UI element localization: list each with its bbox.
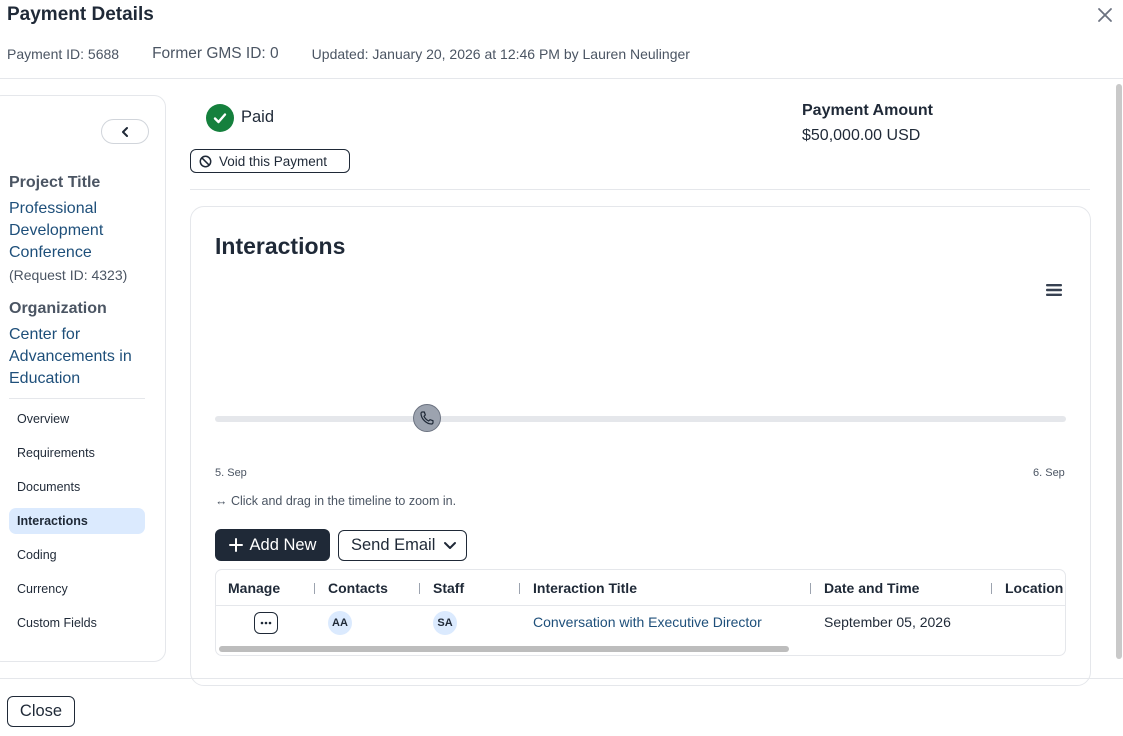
plus-icon xyxy=(228,538,243,552)
header-divider xyxy=(0,78,1123,79)
sidebar-divider xyxy=(9,398,145,399)
vertical-scrollbar[interactable] xyxy=(1116,84,1122,659)
chevron-down-icon xyxy=(444,541,457,549)
sidebar-item-custom-fields[interactable]: Custom Fields xyxy=(9,610,145,636)
phone-icon xyxy=(420,411,434,425)
table-header: Manage Contacts Staff Interaction Title … xyxy=(216,570,1065,606)
add-new-label: Add New xyxy=(249,535,317,554)
payment-amount-value: $50,000.00 USD xyxy=(802,127,921,144)
timeline-start-label: 5. Sep xyxy=(215,467,247,479)
send-email-label: Send Email xyxy=(351,536,436,554)
table-row: AA SA Conversation with Executive Direct… xyxy=(216,606,1065,642)
interactions-table: Manage Contacts Staff Interaction Title … xyxy=(215,569,1066,656)
close-button[interactable]: Close xyxy=(7,696,75,727)
sidebar-item-coding[interactable]: Coding xyxy=(9,542,145,568)
hamburger-menu-icon[interactable] xyxy=(1045,282,1063,298)
payment-amount-label: Payment Amount xyxy=(802,102,933,119)
status-label: Paid xyxy=(241,108,275,126)
timeline-track[interactable] xyxy=(215,416,1066,422)
payment-meta: Payment ID: 5688 Former GMS ID: 0 Update… xyxy=(7,45,690,63)
sidebar-item-documents[interactable]: Documents xyxy=(9,474,145,500)
sidebar-item-overview[interactable]: Overview xyxy=(9,406,145,432)
timeline-marker[interactable] xyxy=(413,404,441,432)
avatar: SA xyxy=(433,611,457,635)
zoom-hint: ↔ Click and drag in the timeline to zoom… xyxy=(215,494,457,508)
avatar: AA xyxy=(328,611,352,635)
sidebar-item-requirements[interactable]: Requirements xyxy=(9,440,145,466)
modal-title: Payment Details xyxy=(7,4,154,25)
interaction-title-link[interactable]: Conversation with Executive Director xyxy=(533,614,762,630)
former-gms-id: Former GMS ID: 0 xyxy=(152,45,279,62)
sidebar-nav: Overview Requirements Documents Interaction… xyxy=(9,406,145,644)
column-resizer[interactable] xyxy=(991,583,992,594)
check-circle-icon xyxy=(206,104,234,132)
column-resizer[interactable] xyxy=(519,583,520,594)
payment-id: Payment ID: 5688 xyxy=(7,46,120,62)
payment-details-modal: Payment Details Payment ID: 5688 Former … xyxy=(0,0,1123,736)
interactions-title: Interactions xyxy=(215,233,346,259)
void-payment-button[interactable]: Void this Payment xyxy=(190,149,350,173)
ban-icon xyxy=(199,155,212,167)
column-header-contacts[interactable]: Contacts xyxy=(328,580,388,596)
add-new-button[interactable]: Add New xyxy=(215,529,330,561)
column-header-staff[interactable]: Staff xyxy=(433,580,464,596)
column-header-date-time[interactable]: Date and Time xyxy=(824,580,919,596)
column-header-interaction-title[interactable]: Interaction Title xyxy=(533,580,637,596)
main-divider xyxy=(190,189,1090,190)
column-resizer[interactable] xyxy=(314,583,315,594)
column-header-location[interactable]: Location xyxy=(1005,580,1063,596)
timeline-end-label: 6. Sep xyxy=(1033,467,1065,479)
project-title: Professional Development Conference xyxy=(9,200,104,261)
void-payment-label: Void this Payment xyxy=(219,153,328,169)
footer-divider xyxy=(0,678,1123,679)
project-title-label: Project Title xyxy=(9,174,101,191)
interaction-date: September 05, 2026 xyxy=(824,614,951,630)
close-icon[interactable] xyxy=(1094,4,1116,26)
sidebar-item-currency[interactable]: Currency xyxy=(9,576,145,602)
sidebar-item-interactions[interactable]: Interactions xyxy=(9,508,145,534)
sidebar-collapse-button[interactable] xyxy=(101,119,149,144)
column-resizer[interactable] xyxy=(810,583,811,594)
send-email-dropdown[interactable]: Send Email xyxy=(338,530,467,561)
chevron-left-icon xyxy=(122,126,128,137)
column-header-manage[interactable]: Manage xyxy=(228,580,280,596)
more-horizontal-icon xyxy=(260,621,272,625)
horizontal-scrollbar[interactable] xyxy=(219,646,789,652)
organization-label: Organization xyxy=(9,300,107,317)
organization-name: Center for Advancements in Education xyxy=(9,326,132,387)
request-id: (Request ID: 4323) xyxy=(9,267,128,283)
updated-info: Updated: January 20, 2026 at 12:46 PM by… xyxy=(311,46,690,62)
row-actions-button[interactable] xyxy=(254,612,278,634)
column-resizer[interactable] xyxy=(419,583,420,594)
